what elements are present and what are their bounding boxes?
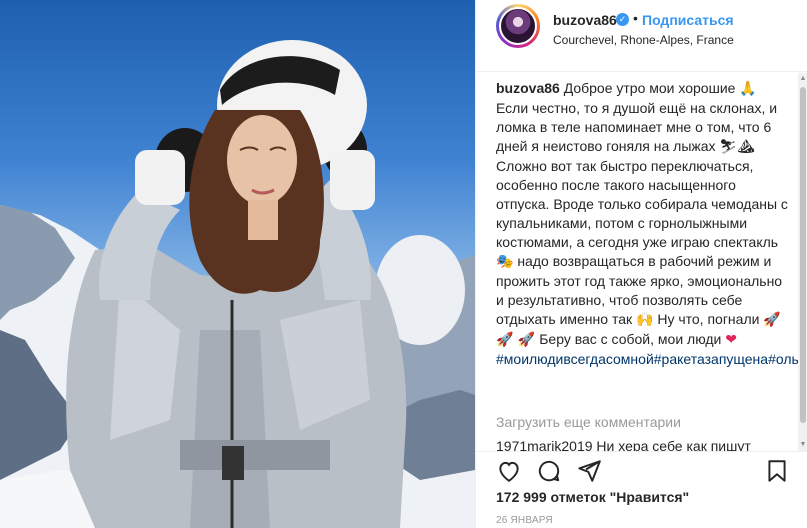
post-header: buzova86 ✓ • Подписаться Courchevel, Rho… <box>476 0 807 72</box>
theater-masks-icon: 🎭 <box>496 254 514 270</box>
post-date[interactable]: 26 ЯНВАРЯ <box>496 515 553 526</box>
avatar-story-ring[interactable] <box>496 4 540 48</box>
follow-button[interactable]: Подписаться <box>642 12 734 28</box>
likes-count[interactable]: 172 999 отметок "Нравится" <box>496 489 689 505</box>
red-heart-icon: ❤ <box>725 332 738 348</box>
avatar[interactable] <box>499 7 537 45</box>
heart-icon[interactable] <box>496 458 522 484</box>
photo-illustration <box>0 40 475 528</box>
praying-hands-icon: 🙏 <box>739 81 757 97</box>
scroll-up-arrow-icon[interactable]: ▲ <box>799 75 807 83</box>
bookmark-icon[interactable] <box>764 458 790 484</box>
caption-username[interactable]: buzova86 <box>496 80 560 96</box>
caption-hashtags[interactable]: #моилюдивсегдасомной#ракетазапущена#ольг… <box>496 351 807 367</box>
post-username[interactable]: buzova86 <box>553 12 617 28</box>
post-caption: buzova86 Доброе утро мои хорошие 🙏 Если … <box>496 79 807 369</box>
comment-icon[interactable] <box>536 458 562 484</box>
verified-badge-icon: ✓ <box>616 13 629 26</box>
caption-text5: Ну что, погнали <box>657 311 760 327</box>
post-actions <box>476 451 807 487</box>
comments-area: buzova86 Доброе утро мои хорошие 🙏 Если … <box>476 73 807 451</box>
comment-item: 1971marik2019 Ни хера себе как пишут <box>496 438 751 451</box>
comments-scrollbar[interactable]: ▲ ▼ <box>798 73 807 451</box>
caption-line1: Доброе утро мои хорошие <box>563 80 736 96</box>
header-separator: • <box>633 10 638 26</box>
scroll-down-arrow-icon[interactable]: ▼ <box>799 441 807 449</box>
share-icon[interactable] <box>576 458 602 484</box>
load-more-comments-button[interactable]: Загрузить еще комментарии <box>496 414 681 430</box>
scrollbar-thumb[interactable] <box>800 87 806 423</box>
post-photo[interactable] <box>0 0 475 528</box>
caption-text3: Сложно вот так быстро переключаться, осо… <box>496 158 788 250</box>
skier-mountain-icon: ⛷⛰ <box>719 139 755 155</box>
caption-text6: Беру вас с собой, мои люди <box>539 331 722 347</box>
post-location[interactable]: Courchevel, Rhone-Alpes, France <box>553 33 734 47</box>
post-sidebar: buzova86 ✓ • Подписаться Courchevel, Rho… <box>475 0 807 528</box>
raised-hands-icon: 🙌 <box>636 312 654 328</box>
